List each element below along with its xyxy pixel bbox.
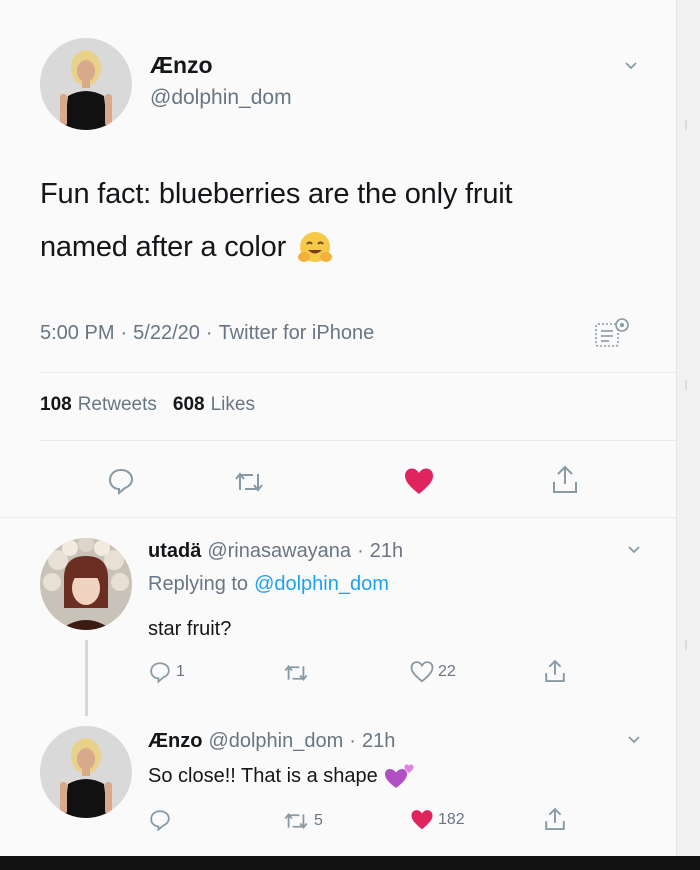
replying-to-handle[interactable]: @dolphin_dom (254, 573, 389, 596)
reply-icon[interactable] (148, 808, 172, 832)
reply2-header: Ænzo @dolphin_dom · 21h (148, 730, 395, 753)
chevron-down-icon[interactable] (626, 732, 642, 748)
meta-separator: · (349, 730, 356, 752)
tweet-meta-row: 5:00 PM · 5/22/20 · Twitter for iPhone (40, 322, 374, 345)
analytics-icon[interactable] (592, 316, 632, 352)
likes-count[interactable]: 608 (173, 394, 205, 416)
scrollbar-mark (685, 120, 687, 130)
reply2-text: So close!! That is a shape (148, 764, 378, 787)
reply1-like-count: 22 (438, 662, 456, 680)
retweets-label[interactable]: Retweets (78, 394, 157, 416)
scrollbar-mark (685, 640, 687, 650)
reply1-like-button[interactable]: 22 (410, 660, 456, 683)
main-author-handle[interactable]: @dolphin_dom (150, 86, 292, 110)
likes-label[interactable]: Likes (211, 394, 255, 416)
reply2-author-handle[interactable]: @dolphin_dom (208, 730, 343, 753)
heart-filled-icon[interactable] (403, 466, 435, 496)
divider (40, 372, 676, 373)
reply1-replying-to: Replying to @dolphin_dom (148, 573, 389, 596)
reply1-author-handle[interactable]: @rinasawayana (207, 540, 351, 563)
main-tweet-text-line1: Fun fact: blueberries are the only fruit (40, 178, 513, 210)
thread-connector-line (85, 640, 88, 716)
reply1-header: utadä @rinasawayana · 21h (148, 540, 403, 563)
reply2-author-name[interactable]: Ænzo (148, 730, 202, 753)
bottom-edge-bar (0, 856, 700, 870)
reply-icon[interactable] (106, 466, 136, 496)
meta-separator: · (357, 540, 364, 562)
main-tweet-text-line2: named after a color (40, 231, 287, 263)
scrollbar-mark (685, 380, 687, 390)
heart-filled-icon (411, 810, 433, 830)
reply1-author-avatar[interactable] (40, 538, 132, 630)
tweet-screenshot: Ænzo @dolphin_dom Fun fact: blueberries … (0, 0, 700, 870)
reply1-reply-count: 1 (176, 663, 185, 680)
meta-separator: · (205, 322, 213, 344)
reply1-text: star fruit? (148, 618, 232, 640)
reply2-retweet-count: 5 (314, 812, 323, 829)
main-author-avatar[interactable] (40, 38, 132, 130)
reply2-like-button[interactable]: 182 (410, 808, 465, 831)
divider (40, 440, 676, 441)
reply1-reply-button[interactable]: 1 (148, 660, 185, 684)
reply2-author-avatar[interactable] (40, 726, 132, 818)
meta-separator: · (120, 322, 128, 344)
share-icon[interactable] (543, 806, 567, 833)
hugging-face-emoji-icon (296, 229, 334, 267)
chevron-down-icon[interactable] (623, 58, 639, 74)
retweet-icon[interactable] (282, 662, 310, 684)
tweet-source[interactable]: Twitter for iPhone (219, 322, 375, 345)
reply-icon (150, 662, 170, 684)
chevron-down-icon[interactable] (626, 542, 642, 558)
reply2-text-row: So close!! That is a shape (148, 762, 416, 790)
main-tweet-text-line2-row: named after a color (40, 225, 334, 270)
divider (0, 517, 676, 518)
share-icon[interactable] (543, 658, 567, 685)
main-author-name[interactable]: Ænzo (150, 52, 213, 79)
engagement-stats: 108 Retweets 608 Likes (40, 394, 255, 416)
reply2-like-count: 182 (438, 810, 465, 828)
purple-hearts-emoji-icon (384, 762, 416, 790)
replying-to-prefix: Replying to (148, 573, 249, 595)
retweet-icon[interactable] (232, 469, 266, 495)
retweet-icon (284, 812, 308, 830)
scrollbar-track[interactable] (676, 0, 700, 856)
tweet-date[interactable]: 5/22/20 (133, 322, 200, 345)
retweets-count[interactable]: 108 (40, 394, 72, 416)
reply1-author-name[interactable]: utadä (148, 540, 201, 563)
reply2-age[interactable]: 21h (362, 730, 395, 753)
tweet-time: 5:00 PM (40, 322, 115, 344)
reply1-age[interactable]: 21h (370, 540, 403, 563)
reply2-retweet-button[interactable]: 5 (282, 810, 323, 832)
share-icon[interactable] (550, 464, 580, 496)
heart-outline-icon (410, 661, 434, 683)
